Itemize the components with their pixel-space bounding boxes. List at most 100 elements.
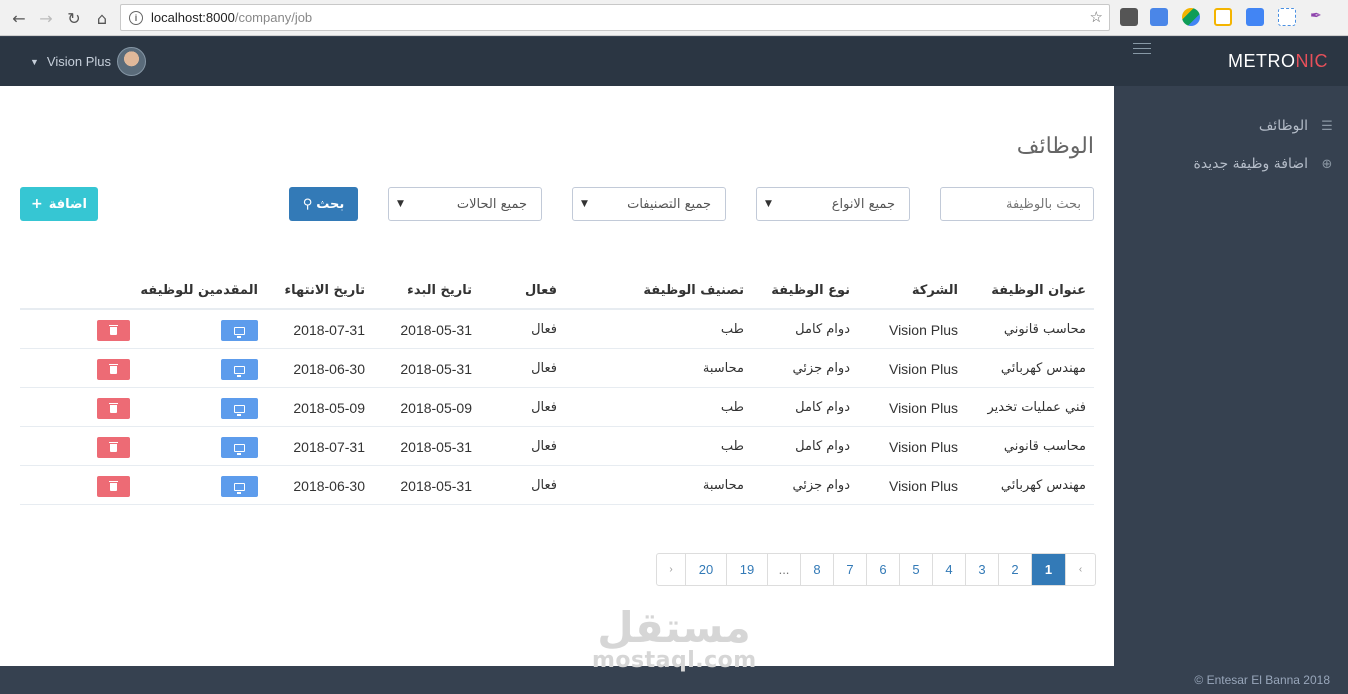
cell-type: دوام كامل (795, 322, 850, 337)
header-category[interactable]: تصنيف الوظيفة (643, 271, 744, 310)
header-company[interactable]: الشركة (912, 271, 958, 310)
trash-icon (109, 480, 118, 491)
delete-button[interactable] (97, 359, 130, 380)
types-filter-select[interactable]: جميع الانواع ▼ (756, 187, 910, 221)
delete-button[interactable] (97, 320, 130, 341)
forward-arrow-icon[interactable]: → (33, 5, 59, 31)
sidebar-item-add-job[interactable]: اضافة وظيفة جديدة ⊕ (1194, 156, 1336, 172)
view-applicants-button[interactable] (221, 398, 258, 419)
page-link[interactable]: 6 (867, 554, 900, 585)
extension-keep-icon[interactable] (1214, 8, 1232, 26)
trash-icon (109, 402, 118, 413)
extension-docs-icon[interactable] (1246, 8, 1264, 26)
info-icon[interactable]: i (129, 10, 143, 25)
header-title[interactable]: عنوان الوظيفة (991, 271, 1086, 310)
extension-drive-icon[interactable] (1182, 8, 1200, 26)
page-title: الوظائف (1016, 134, 1094, 159)
categories-filter-value: جميع التصنيفات (627, 196, 711, 212)
add-button[interactable]: اضافة + (20, 187, 98, 221)
cell-company: Vision Plus (888, 399, 958, 416)
table-row: فني عمليات تخدير Vision Plus دوام كامل ط… (20, 388, 1094, 427)
pagination-prev[interactable]: › (657, 554, 686, 585)
menu-toggle-icon[interactable] (1133, 43, 1151, 55)
cell-company: Vision Plus (888, 360, 958, 377)
cell-active: فعال (531, 478, 557, 493)
cell-end-date: 2018-06-30 (293, 360, 365, 377)
view-applicants-button[interactable] (221, 437, 258, 458)
home-icon[interactable]: ⌂ (89, 5, 115, 31)
cell-title: محاسب قانوني (1003, 322, 1086, 337)
cell-start-date: 2018-05-31 (400, 438, 472, 455)
cell-title: فني عمليات تخدير (987, 400, 1086, 415)
user-menu[interactable]: ▼ Vision Plus (30, 47, 146, 76)
cell-type: دوام كامل (795, 439, 850, 454)
browser-toolbar: ← → ↻ ⌂ i localhost:8000/company/job ☆ ✒ (0, 0, 1348, 36)
sidebar-item-jobs[interactable]: الوظائف ☰ (1259, 118, 1336, 134)
app-logo[interactable]: METRONIC (1228, 51, 1328, 72)
delete-button[interactable] (97, 476, 130, 497)
user-name: Vision Plus (46, 54, 111, 69)
cell-category: طب (720, 322, 744, 337)
cell-start-date: 2018-05-31 (400, 321, 472, 338)
page-link[interactable]: 20 (686, 554, 727, 585)
extension-dropbox-icon[interactable] (1278, 8, 1296, 26)
watermark: مستقل mostaql.com (592, 606, 756, 672)
logo-main-text: METRO (1228, 51, 1296, 71)
statuses-filter-select[interactable]: جميع الحالات ▼ (388, 187, 542, 221)
page-link[interactable]: 4 (933, 554, 966, 585)
view-applicants-button[interactable] (221, 320, 258, 341)
table-row: محاسب قانوني Vision Plus دوام كامل طب فع… (20, 427, 1094, 466)
extension-shield-icon[interactable] (1120, 8, 1138, 26)
page-link[interactable]: 7 (834, 554, 867, 585)
address-bar[interactable]: i localhost:8000/company/job ☆ (120, 4, 1110, 31)
header-start-date[interactable]: تاريخ البدء (407, 271, 472, 310)
page-link-active[interactable]: 1 (1032, 554, 1066, 585)
extension-feather-icon[interactable]: ✒ (1310, 8, 1328, 26)
trash-icon (109, 441, 118, 452)
watermark-latin: mostaql.com (592, 648, 757, 673)
view-applicants-button[interactable] (221, 476, 258, 497)
cell-category: طب (720, 400, 744, 415)
bookmark-star-icon[interactable]: ☆ (1090, 8, 1103, 26)
search-button[interactable]: بحث ⚲ (289, 187, 358, 221)
url-host: localhost:8000 (151, 10, 235, 25)
cell-end-date: 2018-07-31 (293, 321, 365, 338)
plus-icon: + (30, 196, 43, 212)
header-active[interactable]: فعال (525, 271, 557, 310)
header-end-date[interactable]: تاريخ الانتهاء (285, 271, 365, 310)
reload-icon[interactable]: ↻ (61, 5, 87, 31)
back-arrow-icon[interactable]: ← (6, 5, 32, 31)
trash-icon (109, 324, 118, 335)
delete-button[interactable] (97, 398, 130, 419)
page-link[interactable]: 8 (801, 554, 834, 585)
jobs-table: عنوان الوظيفة الشركة نوع الوظيفة تصنيف ا… (20, 271, 1094, 505)
header-applicants[interactable]: المقدمين للوظيفه (140, 271, 258, 310)
delete-button[interactable] (97, 437, 130, 458)
page-link[interactable]: 2 (999, 554, 1032, 585)
search-button-label: بحث (316, 196, 345, 212)
url-path: /company/job (234, 10, 313, 25)
cell-title: مهندس كهربائي (1000, 478, 1086, 493)
header-type[interactable]: نوع الوظيفة (771, 271, 850, 310)
monitor-icon (234, 326, 245, 338)
trash-icon (109, 363, 118, 374)
job-search-input[interactable] (940, 187, 1094, 221)
cell-company: Vision Plus (888, 321, 958, 338)
sidebar-item-label: الوظائف (1258, 118, 1308, 134)
chevron-down-icon: ▼ (30, 56, 39, 67)
monitor-icon (234, 404, 245, 416)
pagination-next[interactable]: ‹ (1066, 554, 1095, 585)
view-applicants-button[interactable] (221, 359, 258, 380)
plus-circle-icon: ⊕ (1321, 156, 1333, 172)
cell-category: طب (720, 439, 744, 454)
monitor-icon (234, 482, 245, 494)
page-link[interactable]: 3 (966, 554, 999, 585)
top-header: METRONIC ▼ Vision Plus (0, 37, 1348, 86)
types-filter-value: جميع الانواع (831, 196, 895, 212)
page-link[interactable]: 5 (900, 554, 933, 585)
statuses-filter-value: جميع الحالات (456, 196, 527, 212)
extension-translate-icon[interactable] (1150, 8, 1168, 26)
caret-down-icon: ▼ (765, 199, 772, 209)
page-link[interactable]: 19 (727, 554, 768, 585)
categories-filter-select[interactable]: جميع التصنيفات ▼ (572, 187, 726, 221)
